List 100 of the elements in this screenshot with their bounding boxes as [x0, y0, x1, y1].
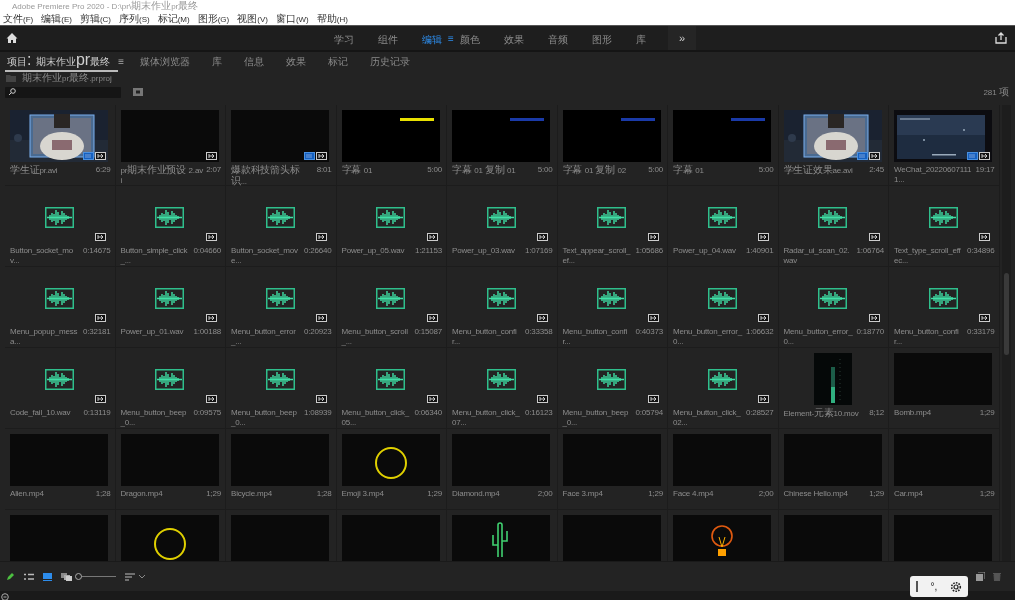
media-item[interactable]: Button_simple_click_... 0:04660 [115, 186, 226, 267]
workspace-tab[interactable]: 效果 [491, 26, 536, 50]
clip-name: 字幕 01 复制 02 [562, 165, 626, 176]
media-item[interactable]: Menu_button_confir... 0:40373 [557, 267, 668, 348]
media-item[interactable]: Text_type_scroll_effec... 0:34896 [889, 186, 1000, 267]
circle-icon [373, 446, 408, 480]
clip-name: Car.mp4 [894, 489, 923, 499]
share-icon[interactable] [995, 32, 1007, 44]
home-icon[interactable] [6, 32, 18, 44]
panel-tab[interactable]: 项目: 期末作业pr最终 [5, 50, 119, 72]
clip-name: Text_type_scroll_effec... [894, 246, 962, 266]
media-item[interactable]: Button_socket_move... 0:26640 [226, 186, 337, 267]
list-view-icon[interactable] [24, 572, 34, 581]
waveform-icon [376, 287, 405, 309]
clip-duration: 1:21153 [415, 246, 442, 256]
waveform-icon [44, 206, 74, 228]
media-item[interactable]: Power_up_01.wav 1:00188 [115, 267, 226, 348]
scrollbar[interactable] [1002, 105, 1011, 561]
menu-item[interactable]: 视图(V) [237, 12, 268, 25]
workspace-tab[interactable]: 库 [623, 26, 658, 50]
media-item[interactable]: Text_appear_scroll_ef... 1:05686 [557, 186, 668, 267]
media-item[interactable]: Power_up_05.wav 1:21153 [336, 186, 447, 267]
media-item[interactable]: Menu_button_beep_0... 0:05794 [557, 348, 668, 429]
search-field[interactable] [5, 86, 121, 98]
more-workspaces-button[interactable]: » [668, 26, 696, 50]
workspace-tab[interactable]: 组件 [366, 26, 410, 50]
media-item[interactable]: Button_socket_mov... 0:14675 [5, 186, 116, 267]
settings-icon[interactable] [949, 580, 962, 593]
media-item[interactable]: Menu_button_click_05... 0:06340 [336, 348, 447, 429]
media-item[interactable]: Menu_button_beep_0... 0:09575 [115, 348, 226, 429]
clip-name: Chinese Hello.mp4 [783, 489, 848, 499]
media-item[interactable]: Power_up_04.wav 1:40901 [668, 186, 779, 267]
punctuation-toggle[interactable]: °, [930, 581, 938, 592]
menu-item[interactable]: 帮助(H) [316, 12, 348, 25]
waveform-icon [597, 287, 626, 309]
media-item[interactable]: Menu_button_click_07... 0:16123 [447, 348, 558, 429]
media-item[interactable]: Menu_button_error_... 0:20923 [226, 267, 337, 348]
clip-duration: 1;29 [427, 489, 442, 499]
workspace-tab[interactable]: 图形 [579, 26, 624, 50]
clip-name: Dragon.mp4 [120, 489, 163, 499]
media-item[interactable]: Element-元素10.mov 8;12 [778, 348, 889, 429]
clip-duration: 1;29 [206, 489, 221, 499]
clip-duration: 5:00 [537, 165, 553, 175]
waveform-icon [44, 287, 74, 309]
freeform-view-icon[interactable] [61, 572, 72, 581]
clip-name: Menu_button_confir... [452, 327, 518, 347]
media-item[interactable]: Menu_popup_messa... 0:32181 [5, 267, 116, 348]
menu-item[interactable]: 标记(M) [157, 12, 190, 25]
search-icon [8, 88, 16, 96]
clip-name: Menu_button_confir... [562, 327, 629, 347]
waveform-icon [155, 206, 184, 228]
menu-item[interactable]: 窗口(W) [275, 12, 309, 25]
clip-name: Power_up_05.wav [341, 246, 405, 256]
bin-icon [6, 73, 16, 82]
media-item[interactable]: Menu_button_confir... 0:33179 [889, 267, 1000, 348]
menu-item[interactable]: 图形(G) [197, 12, 230, 25]
media-item[interactable]: Menu_button_click_02... 0:28527 [668, 348, 779, 429]
media-item[interactable]: Menu_button_beep_0... 1:08939 [226, 348, 337, 429]
caret-icon[interactable] [139, 574, 145, 579]
clip-duration: 0:09575 [193, 408, 221, 418]
workspace-tab[interactable]: 学习 [322, 26, 366, 50]
panel-tab[interactable]: 库 [209, 50, 230, 72]
media-item[interactable]: Code_fail_10.wav 0:13119 [5, 348, 116, 429]
media-item[interactable]: Power_up_03.wav 1:07169 [447, 186, 558, 267]
menu-item[interactable]: 编辑(E) [41, 12, 72, 25]
ime-handle[interactable] [916, 581, 919, 592]
panel-tab[interactable]: 历史记录 [367, 50, 418, 72]
menu-item[interactable]: 剪辑(C) [79, 12, 111, 25]
window-title: Adobe Premiere Pro 2020 - D:\pr\期末作业pr最终 [0, 0, 1015, 12]
clip-name: Emoji 3.mp4 [341, 489, 384, 499]
media-item[interactable]: Menu_button_confir... 0:33358 [447, 267, 558, 348]
panel-tab[interactable]: 标记 [325, 50, 356, 72]
media-item[interactable]: Menu_button_error_0... 0:18770 [778, 267, 889, 348]
waveform-icon [597, 368, 626, 390]
panel-tab[interactable]: 媒体浏览器 [137, 50, 198, 72]
menu-item[interactable]: 文件(F) [3, 12, 34, 25]
menu-icon[interactable]: ≡ [118, 55, 124, 67]
clip-name: Button_socket_move... [231, 246, 299, 266]
pencil-icon[interactable] [6, 572, 15, 581]
menu-item[interactable]: 序列(S) [119, 12, 150, 25]
circle-icon [152, 527, 187, 561]
waveform-icon [597, 206, 626, 228]
menu-icon[interactable]: ≡ [448, 32, 454, 44]
clip-duration: 1;28 [316, 489, 332, 499]
clip-duration: 5:00 [427, 165, 442, 175]
panel-tab[interactable]: 信息 [241, 50, 272, 72]
workspace-tab[interactable]: 音频 [535, 26, 580, 50]
media-item[interactable]: Menu_button_scroll_... 0:15087 [336, 267, 447, 348]
waveform-icon [44, 368, 74, 390]
waveform-icon [265, 287, 295, 309]
new-item-icon[interactable] [976, 572, 985, 581]
clip-duration: 0:04660 [193, 246, 221, 256]
sort-icon[interactable] [125, 572, 135, 581]
panel-tab[interactable]: 效果 [283, 50, 314, 72]
icon-view-icon[interactable] [43, 572, 52, 581]
media-item[interactable]: Radar_ui_scan_02.wav 1:06764 [778, 186, 889, 267]
media-item[interactable]: Menu_button_error_0... 1:06632 [668, 267, 779, 348]
clip-duration: 1:05686 [635, 246, 663, 256]
clip-name: WeChat_202206071111... [894, 165, 973, 185]
new-bin-icon[interactable] [133, 88, 143, 96]
